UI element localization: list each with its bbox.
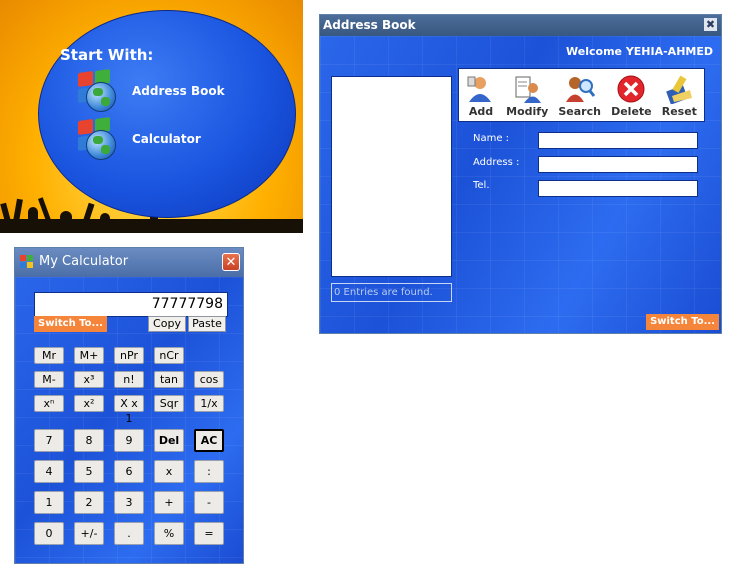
close-icon[interactable]: ✕ xyxy=(222,253,240,271)
memory-add-button[interactable]: M+ xyxy=(74,347,104,364)
delete-label: Delete xyxy=(611,105,652,118)
search-user-icon xyxy=(565,74,595,104)
cos-button[interactable]: cos xyxy=(194,371,224,388)
address-field[interactable] xyxy=(538,156,698,173)
digit-9-button[interactable]: 9 xyxy=(114,429,144,452)
modify-user-icon xyxy=(512,74,542,104)
launch-calculator-label: Calculator xyxy=(132,132,201,146)
search-label: Search xyxy=(558,105,601,118)
square-button[interactable]: x² xyxy=(74,395,104,412)
delete-button[interactable]: Delete xyxy=(611,74,652,118)
add-label: Add xyxy=(468,105,494,118)
divide-button[interactable]: : xyxy=(194,460,224,483)
tel-field[interactable] xyxy=(538,180,698,197)
digit-1-button[interactable]: 1 xyxy=(34,491,64,514)
paste-button[interactable]: Paste xyxy=(188,316,226,332)
windows-logo-icon xyxy=(78,116,120,160)
welcome-text: Welcome YEHIA-AHMED xyxy=(566,45,713,58)
name-field[interactable] xyxy=(538,132,698,149)
plus-button[interactable]: + xyxy=(154,491,184,514)
launch-calculator[interactable]: Calculator xyxy=(78,116,201,160)
calculator-body: 77777798 Switch To... Copy Paste Mr M+ n… xyxy=(15,277,243,563)
power-button[interactable]: xⁿ xyxy=(34,395,64,412)
address-label: Address : xyxy=(473,157,520,168)
calculator-display: 77777798 xyxy=(34,292,228,317)
copy-button[interactable]: Copy xyxy=(148,316,186,332)
start-heading: Start With: xyxy=(60,46,154,64)
launch-address-book[interactable]: Address Book xyxy=(78,68,225,112)
add-user-icon xyxy=(466,74,496,104)
combination-button[interactable]: nCr xyxy=(154,347,184,364)
digit-3-button[interactable]: 3 xyxy=(114,491,144,514)
address-book-title: Address Book xyxy=(323,18,416,32)
equals-button[interactable]: = xyxy=(194,522,224,545)
crowd-silhouette xyxy=(28,207,38,233)
calculator-window: My Calculator ✕ 77777798 Switch To... Co… xyxy=(14,247,244,564)
delete-button[interactable]: Del xyxy=(154,429,184,452)
digit-4-button[interactable]: 4 xyxy=(34,460,64,483)
negate-button[interactable]: +/- xyxy=(74,522,104,545)
crowd-silhouette xyxy=(60,211,72,233)
digit-7-button[interactable]: 7 xyxy=(34,429,64,452)
memory-subtract-button[interactable]: M- xyxy=(34,371,64,388)
modify-button[interactable]: Modify xyxy=(506,74,548,118)
modify-label: Modify xyxy=(506,105,549,118)
address-book-toolbar: Add Modify Search Delete Reset xyxy=(458,68,705,122)
address-book-window: Address Book ✖ Welcome YEHIA-AHMED 0 Ent… xyxy=(319,14,722,334)
digit-6-button[interactable]: 6 xyxy=(114,460,144,483)
sqrt-button[interactable]: Sqr xyxy=(154,395,184,412)
entries-status: 0 Entries are found. xyxy=(331,283,452,302)
add-button[interactable]: Add xyxy=(466,74,496,118)
factorial-button[interactable]: n! xyxy=(114,371,144,388)
reciprocal-button[interactable]: 1/x xyxy=(194,395,224,412)
windows-logo-icon xyxy=(20,255,34,269)
tan-button[interactable]: tan xyxy=(154,371,184,388)
launcher-panel: Start With: Address Book Calculator xyxy=(0,0,303,233)
delete-icon xyxy=(616,74,646,104)
digit-0-button[interactable]: 0 xyxy=(34,522,64,545)
memory-recall-button[interactable]: Mr xyxy=(34,347,64,364)
windows-logo-icon xyxy=(78,68,120,112)
close-icon[interactable]: ✖ xyxy=(704,18,717,31)
address-book-body: Welcome YEHIA-AHMED 0 Entries are found.… xyxy=(320,36,721,333)
address-switch-to-button[interactable]: Switch To... xyxy=(646,314,719,330)
percent-button[interactable]: % xyxy=(154,522,184,545)
digit-5-button[interactable]: 5 xyxy=(74,460,104,483)
decimal-button[interactable]: . xyxy=(114,522,144,545)
address-book-titlebar[interactable]: Address Book ✖ xyxy=(320,15,721,36)
contacts-list[interactable] xyxy=(331,76,452,277)
crowd-silhouette xyxy=(100,213,110,233)
launch-address-book-label: Address Book xyxy=(132,84,225,98)
tel-label: Tel. xyxy=(473,180,490,191)
name-label: Name : xyxy=(473,133,510,144)
calculator-titlebar[interactable]: My Calculator ✕ xyxy=(15,248,243,277)
calculator-title: My Calculator xyxy=(39,254,129,269)
reset-icon xyxy=(664,74,694,105)
reset-label: Reset xyxy=(661,105,697,118)
permutation-button[interactable]: nPr xyxy=(114,347,144,364)
multiply-button[interactable]: x xyxy=(154,460,184,483)
start-oval xyxy=(38,10,296,218)
calculator-switch-to-button[interactable]: Switch To... xyxy=(34,316,107,332)
clear-all-button[interactable]: AC xyxy=(194,429,224,452)
minus-button[interactable]: - xyxy=(194,491,224,514)
reset-button[interactable]: Reset xyxy=(662,74,697,118)
search-button[interactable]: Search xyxy=(558,74,601,118)
digit-8-button[interactable]: 8 xyxy=(74,429,104,452)
cube-button[interactable]: x³ xyxy=(74,371,104,388)
digit-2-button[interactable]: 2 xyxy=(74,491,104,514)
multiply-one-button[interactable]: X x 1 xyxy=(114,395,144,425)
